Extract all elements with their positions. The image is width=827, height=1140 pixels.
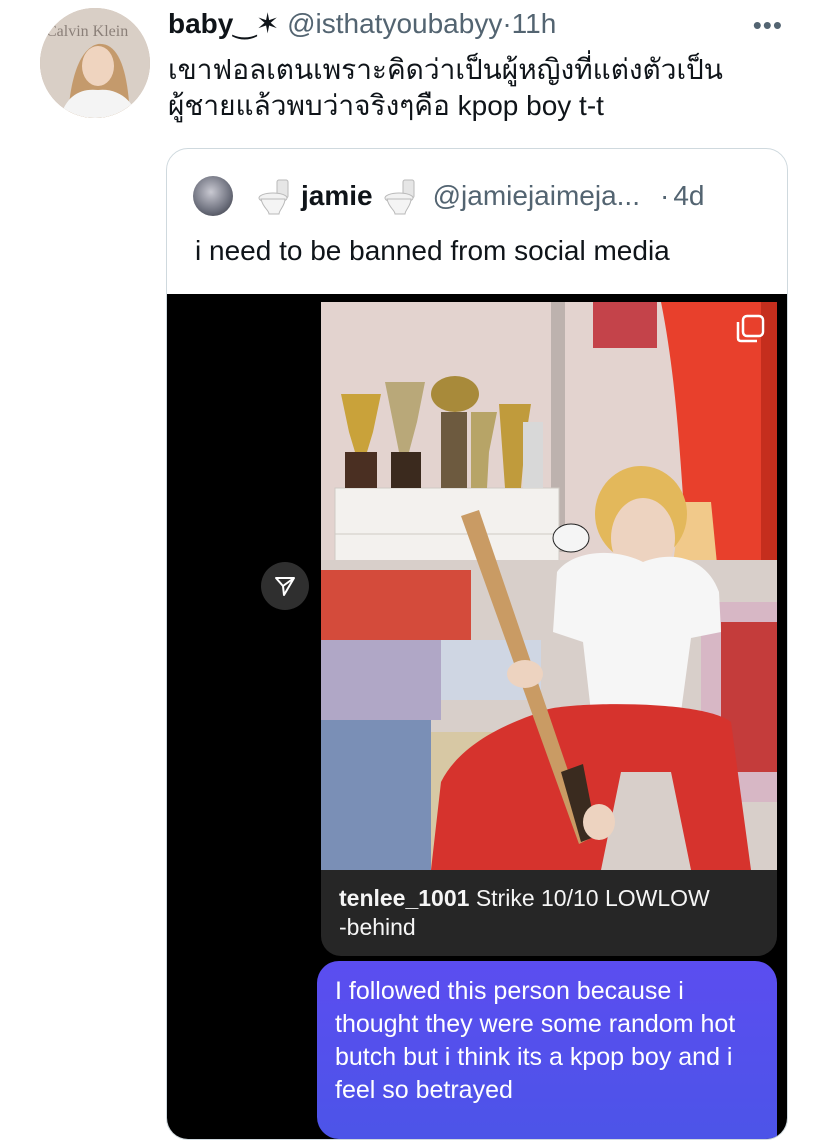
send-arrow-icon: [275, 577, 295, 596]
post-caption: tenlee_1001 Strike 10/10 LOWLOW -behind: [321, 870, 777, 956]
separator: ·: [502, 8, 512, 39]
tweet-text-line2: ผู้ชายแล้วพบว่าจริงๆคือ kpop boy t-t: [168, 90, 604, 121]
toilet-icon: [384, 179, 415, 215]
quoted-display-name[interactable]: jamie: [301, 180, 373, 212]
share-icon[interactable]: [261, 562, 309, 610]
avatar-photo: Calvin Klein: [40, 8, 150, 118]
name-decoration: ‿✶: [233, 8, 280, 39]
caption-username: tenlee_1001: [339, 885, 470, 911]
quoted-timestamp[interactable]: 4d: [673, 180, 704, 212]
tweet-header: baby‿✶ @isthatyoubabyy·11h: [168, 4, 556, 44]
more-icon[interactable]: •••: [753, 10, 783, 41]
quoted-tweet[interactable]: jamie @jamiejaimeja... · 4d i need to be…: [166, 148, 788, 1140]
caption-body: Strike 10/10 LOWLOW: [475, 885, 710, 911]
quoted-media-image[interactable]: tenlee_1001 Strike 10/10 LOWLOW -behind …: [167, 294, 787, 1139]
photo-illustration: [321, 302, 777, 870]
quoted-tweet-text: i need to be banned from social media: [195, 235, 670, 266]
quoted-tweet-header: jamie @jamiejaimeja... · 4d: [193, 174, 704, 218]
instagram-post-photo: [321, 302, 777, 870]
tweet-text-line1: เขาฟอลเตนเพราะคิดว่าเป็นผู้หญิงที่แต่งตั…: [168, 54, 723, 85]
display-name[interactable]: baby: [168, 8, 233, 39]
dm-message-text: I followed this person because i thought…: [335, 977, 736, 1104]
tweet-text: เขาฟอลเตนเพราะคิดว่าเป็นผู้หญิงที่แต่งตั…: [168, 52, 788, 124]
toilet-icon: [258, 179, 289, 215]
caption-text: tenlee_1001 Strike 10/10 LOWLOW -behind: [339, 884, 759, 942]
user-handle[interactable]: @isthatyoubabyy: [287, 8, 502, 39]
timestamp[interactable]: 11h: [512, 8, 557, 39]
quoted-avatar[interactable]: [193, 176, 233, 216]
dm-message-bubble: I followed this person because i thought…: [317, 961, 777, 1139]
multi-photo-icon: [736, 314, 765, 343]
caption-body-line2: -behind: [339, 914, 416, 940]
avatar-logo-text: Calvin Klein: [46, 23, 128, 40]
quoted-user-handle[interactable]: @jamiejaimeja...: [433, 180, 640, 212]
avatar[interactable]: Calvin Klein: [40, 8, 150, 118]
quoted-separator: ·: [659, 180, 670, 211]
